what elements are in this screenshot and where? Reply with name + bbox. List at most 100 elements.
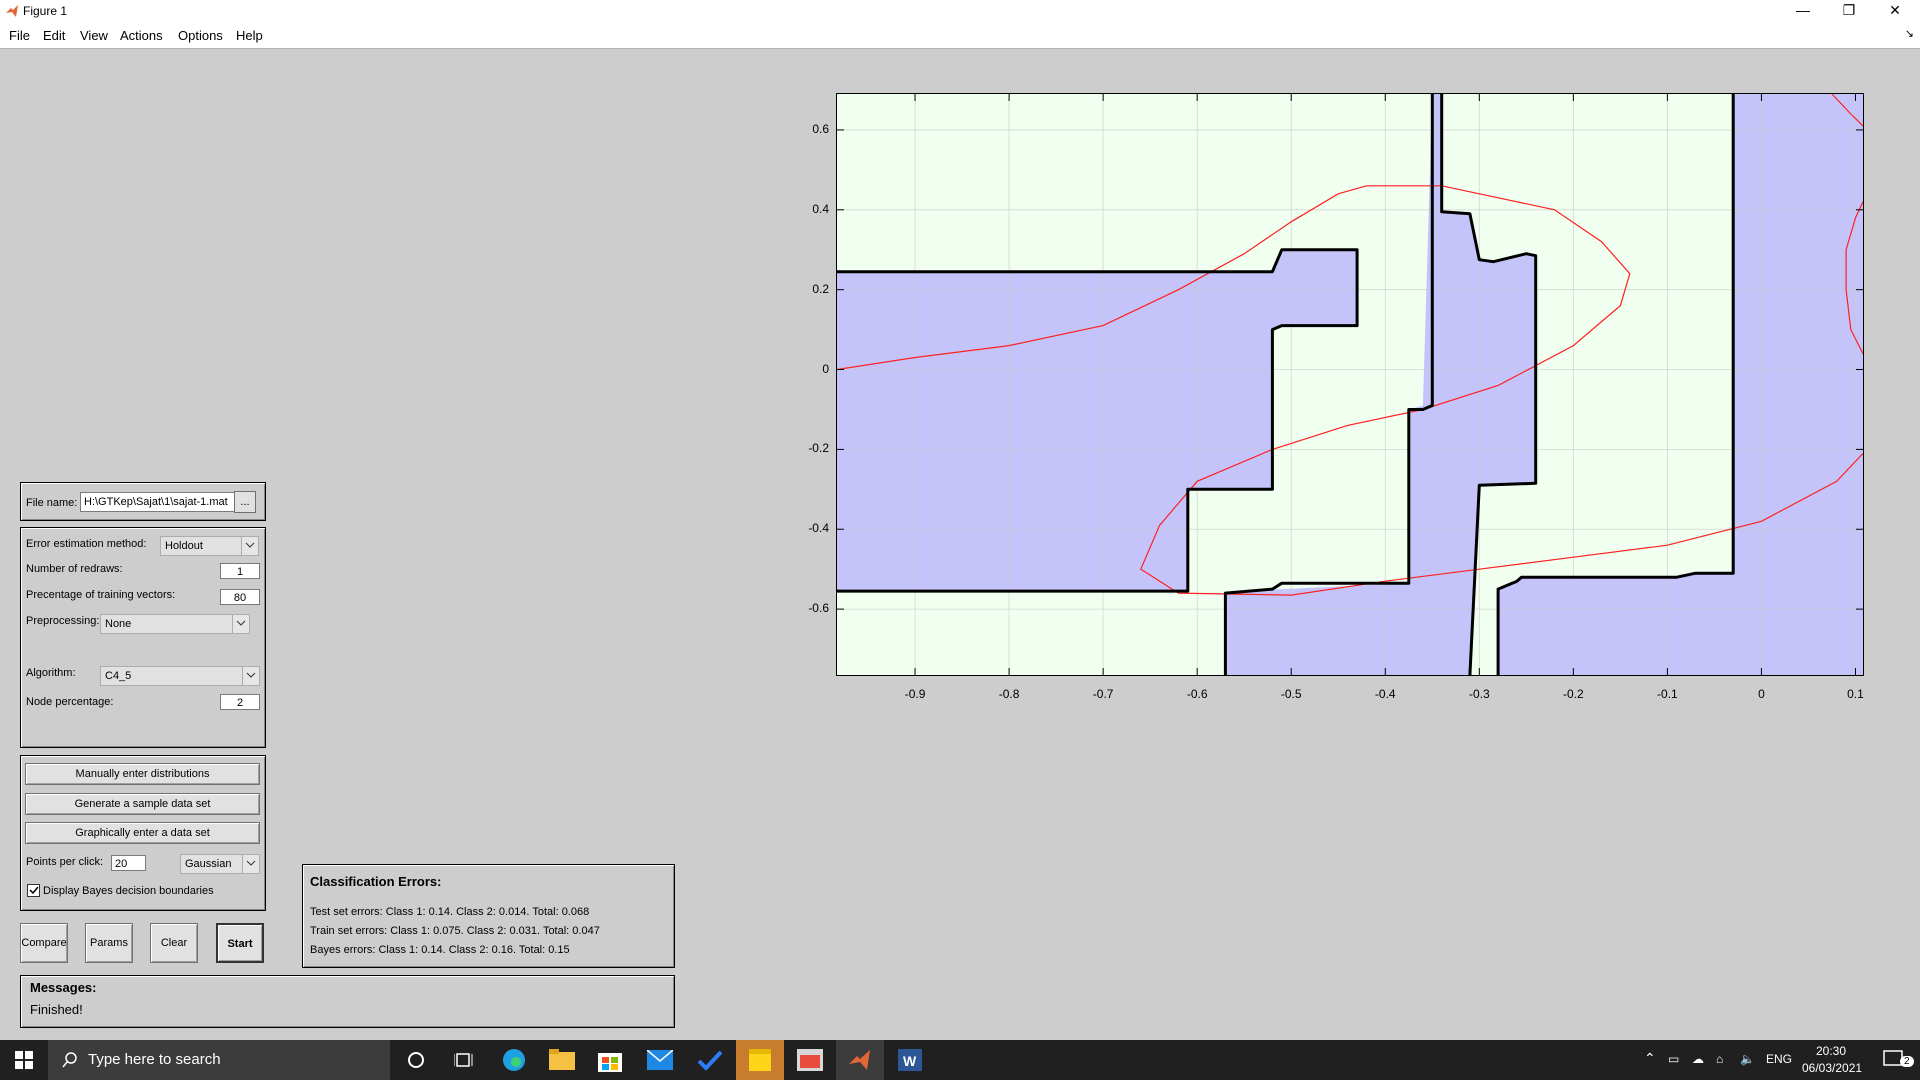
menu-help[interactable]: Help bbox=[236, 28, 263, 43]
error-method-value: Holdout bbox=[165, 540, 203, 552]
bayes-label: Display Bayes decision boundaries bbox=[43, 885, 214, 897]
preprocessing-value: None bbox=[105, 618, 132, 630]
bayes-checkbox[interactable] bbox=[27, 884, 40, 897]
settings-panel: Error estimation method: Holdout Number … bbox=[20, 527, 266, 748]
node-pct-input[interactable]: 2 bbox=[220, 694, 260, 710]
snip-tool-icon[interactable] bbox=[786, 1040, 834, 1080]
taskbar: Type here to search W ⌃ ▭ ☁ ⌂ 🔈 ENG 20:3… bbox=[0, 1040, 1920, 1080]
svg-text:W: W bbox=[903, 1053, 917, 1069]
file-name-label: File name: bbox=[26, 497, 78, 509]
window-title: Figure 1 bbox=[23, 4, 68, 18]
taskbar-search[interactable]: Type here to search bbox=[48, 1040, 390, 1080]
x-tick-label: -0.9 bbox=[904, 687, 926, 701]
clear-button[interactable]: Clear bbox=[150, 923, 198, 963]
notification-count: 2 bbox=[1900, 1056, 1914, 1067]
graphical-entry-button[interactable]: Graphically enter a data set bbox=[25, 822, 260, 844]
minimize-button[interactable]: — bbox=[1780, 0, 1826, 22]
checkmark-icon bbox=[29, 886, 39, 895]
menu-bar: File Edit View Actions Options Help ↘ bbox=[0, 22, 1920, 49]
volume-icon[interactable]: 🔈 bbox=[1740, 1052, 1755, 1066]
undock-icon[interactable]: ↘ bbox=[1905, 27, 1914, 40]
compare-button[interactable]: Compare bbox=[20, 923, 68, 963]
y-tick-label: -0.2 bbox=[808, 441, 829, 456]
chevron-down-icon bbox=[232, 615, 249, 633]
x-tick-label: -0.4 bbox=[1374, 687, 1396, 701]
algorithm-select[interactable]: C4_5 bbox=[100, 666, 260, 686]
manual-distributions-button[interactable]: Manually enter distributions bbox=[25, 763, 260, 785]
y-tick-label: -0.6 bbox=[808, 601, 829, 616]
x-tick-label: -0.1 bbox=[1657, 687, 1678, 701]
start-menu-button[interactable] bbox=[0, 1040, 48, 1080]
close-button[interactable]: ✕ bbox=[1872, 0, 1918, 22]
onedrive-icon[interactable]: ☁ bbox=[1692, 1052, 1704, 1066]
edge-icon[interactable] bbox=[490, 1040, 538, 1080]
language-indicator[interactable]: ENG bbox=[1766, 1052, 1792, 1066]
y-tick-label: 0.2 bbox=[812, 281, 829, 296]
test-errors-text: Test set errors: Class 1: 0.14. Class 2:… bbox=[310, 906, 590, 918]
y-tick-label: 0.4 bbox=[812, 201, 829, 216]
notifications-icon[interactable]: 2 bbox=[1870, 1040, 1918, 1080]
messages-text: Finished! bbox=[30, 1002, 83, 1017]
distribution-select[interactable]: Gaussian bbox=[180, 854, 260, 874]
x-tick-label: -0.3 bbox=[1468, 687, 1490, 701]
menu-options[interactable]: Options bbox=[178, 28, 223, 43]
redraws-label: Number of redraws: bbox=[26, 563, 123, 575]
x-tick-label: 0.1 bbox=[1847, 687, 1864, 701]
menu-file[interactable]: File bbox=[9, 28, 30, 43]
points-per-click-input[interactable]: 20 bbox=[111, 855, 146, 871]
task-view-icon[interactable] bbox=[440, 1040, 488, 1080]
errors-title: Classification Errors: bbox=[310, 874, 442, 889]
preprocessing-label: Preprocessing: bbox=[26, 615, 100, 627]
todo-icon[interactable] bbox=[686, 1040, 734, 1080]
train-errors-text: Train set errors: Class 1: 0.075. Class … bbox=[310, 925, 600, 937]
errors-panel: Classification Errors: Test set errors: … bbox=[302, 864, 675, 968]
title-bar: Figure 1 — ❐ ✕ bbox=[0, 0, 1920, 22]
error-method-select[interactable]: Holdout bbox=[160, 536, 259, 556]
network-icon[interactable]: ⌂ bbox=[1716, 1052, 1723, 1066]
store-icon[interactable] bbox=[586, 1040, 634, 1080]
matlab-logo-icon bbox=[6, 5, 18, 17]
training-pct-label: Precentage of training vectors: bbox=[26, 589, 176, 601]
params-button[interactable]: Params bbox=[85, 923, 133, 963]
x-tick-label: 0 bbox=[1758, 687, 1765, 701]
menu-view[interactable]: View bbox=[80, 28, 108, 43]
tray-chevron-up-icon[interactable]: ⌃ bbox=[1644, 1050, 1656, 1067]
tray-meet-icon[interactable]: ▭ bbox=[1668, 1052, 1679, 1066]
chevron-down-icon bbox=[242, 855, 259, 873]
search-placeholder: Type here to search bbox=[88, 1051, 221, 1068]
clock-time[interactable]: 20:30 bbox=[1816, 1044, 1846, 1058]
y-tick-label: 0 bbox=[822, 361, 829, 376]
mail-icon[interactable] bbox=[636, 1040, 684, 1080]
matlab-taskbar-icon[interactable] bbox=[836, 1040, 884, 1080]
cortana-icon[interactable] bbox=[392, 1040, 440, 1080]
redraws-input[interactable]: 1 bbox=[220, 563, 260, 579]
restore-button[interactable]: ❐ bbox=[1826, 0, 1872, 22]
algorithm-value: C4_5 bbox=[105, 670, 132, 682]
y-tick-label: 0.6 bbox=[812, 121, 829, 136]
sticky-notes-icon[interactable] bbox=[736, 1040, 784, 1080]
chevron-down-icon bbox=[241, 537, 258, 555]
start-button[interactable]: Start bbox=[216, 923, 264, 963]
distribution-value: Gaussian bbox=[185, 858, 232, 870]
class-region-3 bbox=[1498, 94, 1863, 675]
file-explorer-icon[interactable] bbox=[538, 1040, 586, 1080]
browse-button[interactable]: ... bbox=[234, 491, 256, 513]
menu-actions[interactable]: Actions bbox=[120, 28, 163, 43]
preprocessing-select[interactable]: None bbox=[100, 614, 250, 634]
generate-dataset-button[interactable]: Generate a sample data set bbox=[25, 793, 260, 815]
x-tick-label: -0.7 bbox=[1092, 687, 1114, 701]
y-tick-label: -0.4 bbox=[808, 521, 829, 536]
training-pct-input[interactable]: 80 bbox=[220, 589, 260, 605]
x-tick-label: -0.8 bbox=[998, 687, 1020, 701]
word-icon[interactable]: W bbox=[886, 1040, 934, 1080]
chevron-down-icon bbox=[242, 667, 259, 685]
points-per-click-label: Points per click: bbox=[26, 856, 104, 868]
node-pct-label: Node percentage: bbox=[26, 696, 114, 708]
plot-canvas bbox=[837, 94, 1863, 675]
menu-edit[interactable]: Edit bbox=[43, 28, 65, 43]
decision-plot bbox=[836, 93, 1864, 676]
file-panel: File name: H:\GTKep\Sajat\1\sajat-1.mat … bbox=[20, 482, 266, 521]
clock-date[interactable]: 06/03/2021 bbox=[1802, 1061, 1862, 1075]
search-icon bbox=[62, 1052, 77, 1068]
file-name-input[interactable]: H:\GTKep\Sajat\1\sajat-1.mat bbox=[80, 492, 249, 512]
